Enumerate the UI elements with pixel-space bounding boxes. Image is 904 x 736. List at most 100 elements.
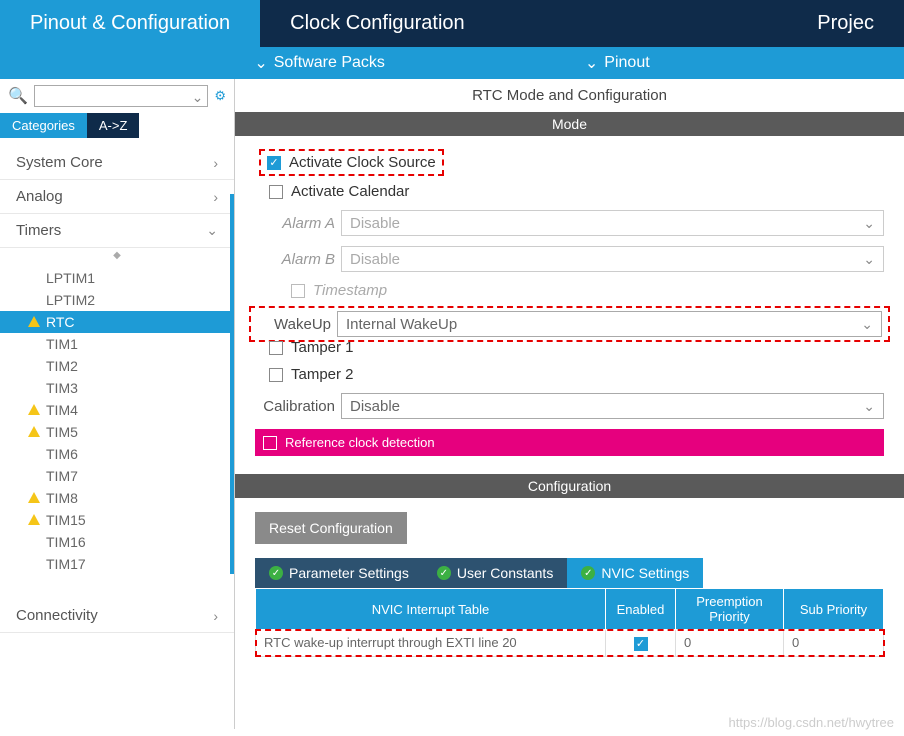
page-title: RTC Mode and Configuration [235,79,904,112]
alarm-b-select[interactable]: Disable [341,246,884,272]
peripheral-tree: System Core Analog Timers ◆ LPTIM1 LPTIM… [0,138,234,729]
warning-icon [28,314,40,330]
tab-a-to-z[interactable]: A->Z [87,113,140,138]
interrupt-enabled-checkbox[interactable]: ✓ [634,637,648,651]
sidebar-item-tim2[interactable]: TIM2 [0,355,234,377]
timer-items: LPTIM1 LPTIM2 RTC TIM1 TIM2 TIM3 TIM4 TI… [0,263,234,579]
sidebar-item-tim8[interactable]: TIM8 [0,487,234,509]
chevron-down-icon [863,398,875,415]
tab-label: NVIC Settings [601,565,689,581]
group-timers[interactable]: Timers [0,214,234,248]
warning-icon [28,512,40,528]
sidebar-item-tim15[interactable]: TIM15 [0,509,234,531]
sidebar-item-rtc[interactable]: RTC [0,311,234,333]
reference-clock-label: Reference clock detection [285,435,435,450]
preemption-value: 0 [676,630,784,657]
chevron-down-icon [861,316,873,333]
select-value: Disable [350,251,400,268]
timestamp-label: Timestamp [313,282,387,299]
group-label: Timers [16,222,61,239]
chevron-down-icon: ⌄ [585,53,598,73]
group-label: Connectivity [16,607,98,624]
sidebar-item-tim5[interactable]: TIM5 [0,421,234,443]
wakeup-label: WakeUp [257,316,331,333]
activate-calendar-label: Activate Calendar [291,183,409,200]
sidebar-item-tim7[interactable]: TIM7 [0,465,234,487]
group-label: Analog [16,188,63,205]
select-value: Disable [350,215,400,232]
tamper2-checkbox[interactable] [269,368,283,382]
tab-project[interactable]: Projec [495,0,904,47]
tamper1-label: Tamper 1 [291,339,354,356]
chevron-down-icon: ⌄ [254,53,267,73]
chevron-right-icon [213,155,218,171]
config-section-header: Configuration [235,474,904,498]
chevron-down-icon[interactable] [192,89,204,106]
table-row[interactable]: RTC wake-up interrupt through EXTI line … [256,630,884,657]
chevron-down-icon [206,222,218,239]
calibration-label: Calibration [255,398,335,415]
wakeup-select[interactable]: Internal WakeUp [337,311,882,337]
sidebar-item-tim1[interactable]: TIM1 [0,333,234,355]
search-icon[interactable]: 🔍 [8,86,28,106]
activate-clock-checkbox[interactable]: ✓ [267,156,281,170]
item-label: TIM15 [46,512,86,528]
timestamp-checkbox[interactable] [291,284,305,298]
col-enabled: Enabled [606,589,676,630]
sidebar-item-lptim2[interactable]: LPTIM2 [0,289,234,311]
tab-label: Parameter Settings [289,565,409,581]
check-icon: ✓ [437,566,451,580]
tamper1-checkbox[interactable] [269,341,283,355]
sidebar-item-tim4[interactable]: TIM4 [0,399,234,421]
sidebar-item-tim3[interactable]: TIM3 [0,377,234,399]
reference-clock-checkbox[interactable] [263,436,277,450]
chevron-down-icon [863,251,875,268]
check-icon: ✓ [581,566,595,580]
software-packs-label: Software Packs [274,54,385,72]
reset-config-button[interactable]: Reset Configuration [255,512,407,544]
group-connectivity[interactable]: Connectivity [0,599,234,633]
reference-clock-row: Reference clock detection [255,429,884,456]
group-label: System Core [16,154,103,171]
chevron-right-icon [213,189,218,205]
alarm-a-select[interactable]: Disable [341,210,884,236]
gear-icon[interactable]: ⚙ [214,88,226,104]
sidebar-item-tim6[interactable]: TIM6 [0,443,234,465]
search-input[interactable] [34,85,208,107]
item-label: RTC [46,314,75,330]
software-packs-menu[interactable]: ⌄ Software Packs [254,53,385,73]
activate-calendar-checkbox[interactable] [269,185,283,199]
tab-parameter-settings[interactable]: ✓Parameter Settings [255,558,423,588]
warning-icon [28,490,40,506]
warning-icon [28,424,40,440]
mode-section-header: Mode [235,112,904,136]
sub-priority-value: 0 [784,630,884,657]
tab-clock-config[interactable]: Clock Configuration [260,0,495,47]
item-label: TIM4 [46,402,78,418]
group-analog[interactable]: Analog [0,180,234,214]
activate-clock-label: Activate Clock Source [289,154,436,171]
col-preemption: Preemption Priority [676,589,784,630]
calibration-select[interactable]: Disable [341,393,884,419]
pinout-menu[interactable]: ⌄ Pinout [585,53,650,73]
pinout-menu-label: Pinout [604,54,649,72]
chevron-down-icon [863,215,875,232]
sidebar-item-tim17[interactable]: TIM17 [0,553,234,575]
nvic-table: NVIC Interrupt Table Enabled Preemption … [255,588,884,657]
item-label: TIM8 [46,490,78,506]
content-panel: RTC Mode and Configuration Mode ✓ Activa… [235,79,904,729]
tab-nvic-settings[interactable]: ✓ NVIC Settings [567,558,703,588]
tab-label: User Constants [457,565,553,581]
group-system-core[interactable]: System Core [0,146,234,180]
sidebar-item-lptim1[interactable]: LPTIM1 [0,267,234,289]
tab-categories[interactable]: Categories [0,113,87,138]
tamper2-label: Tamper 2 [291,366,354,383]
tab-user-constants[interactable]: ✓ User Constants [423,558,567,588]
sidebar: 🔍 ⚙ Categories A->Z System Core Analog T… [0,79,235,729]
tab-pinout-config[interactable]: Pinout & Configuration [0,0,260,47]
select-value: Internal WakeUp [346,316,457,333]
select-value: Disable [350,398,400,415]
col-sub-priority: Sub Priority [784,589,884,630]
sidebar-item-tim16[interactable]: TIM16 [0,531,234,553]
alarm-b-label: Alarm B [255,251,335,268]
